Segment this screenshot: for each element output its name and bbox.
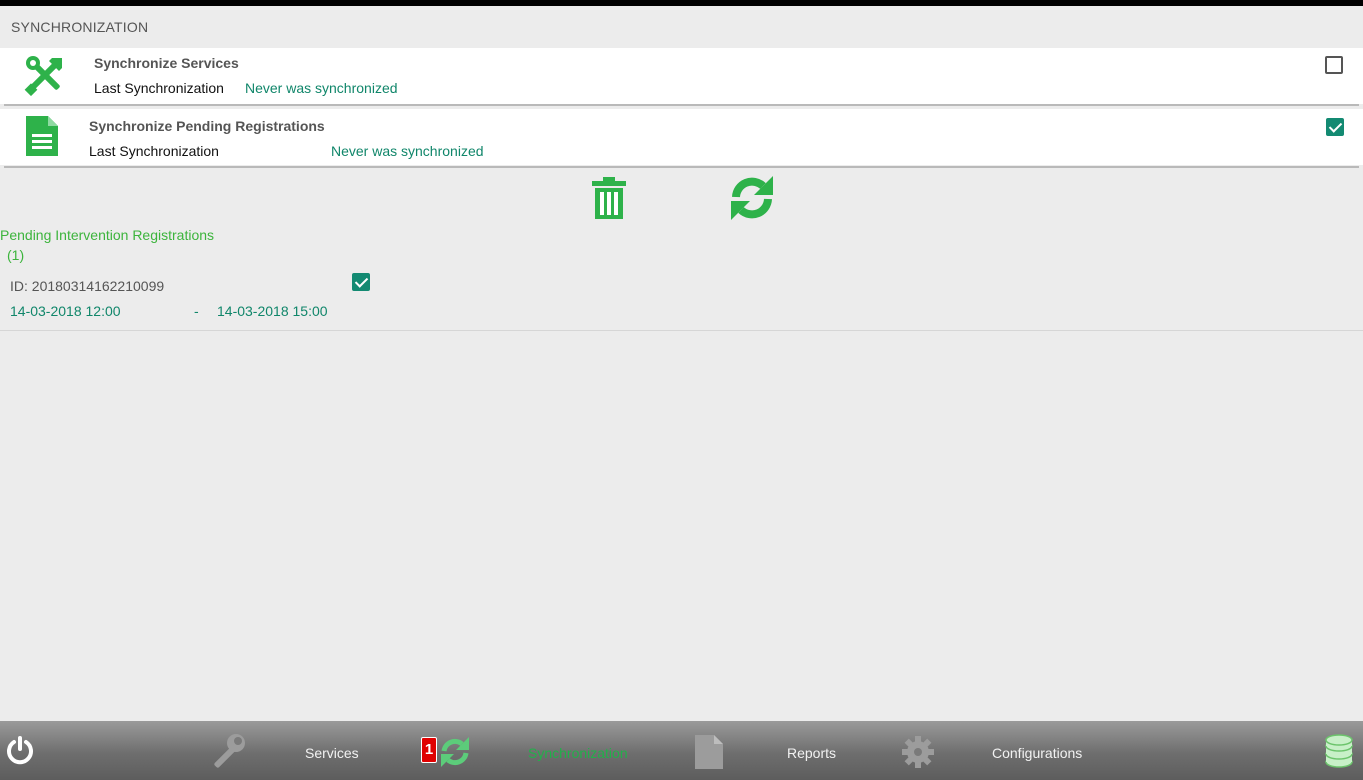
- sync-pending-row[interactable]: Synchronize Pending Registrations Last S…: [0, 109, 1363, 165]
- nav-synchronization[interactable]: Synchronization: [528, 745, 628, 761]
- notification-badge: 1: [421, 737, 437, 763]
- registration-start: 14-03-2018 12:00: [10, 303, 121, 319]
- bottom-nav: Services 1 Synchronization Reports Confi…: [0, 721, 1363, 780]
- last-sync-label: Last Synchronization: [89, 143, 219, 159]
- registration-checkbox[interactable]: [352, 273, 370, 291]
- document-icon: [26, 116, 58, 156]
- refresh-icon[interactable]: [729, 175, 775, 221]
- registration-separator: -: [194, 303, 199, 319]
- registration-row[interactable]: ID: 20180314162210099 14-03-2018 12:00 -…: [0, 268, 1363, 331]
- last-sync-status: Never was synchronized: [331, 143, 484, 159]
- pending-count: (1): [7, 247, 25, 263]
- nav-reports[interactable]: Reports: [787, 745, 836, 761]
- last-sync-status: Never was synchronized: [245, 80, 398, 96]
- sync-icon[interactable]: [439, 736, 471, 768]
- trash-icon[interactable]: [592, 177, 626, 219]
- divider: [4, 166, 1359, 168]
- document-icon[interactable]: [695, 735, 723, 769]
- pending-title: Pending Intervention Registrations: [0, 227, 215, 243]
- wrench-icon[interactable]: [210, 733, 246, 769]
- sync-pending-checkbox[interactable]: [1326, 118, 1344, 136]
- tools-icon: [24, 56, 62, 96]
- divider: [4, 104, 1359, 106]
- nav-configurations[interactable]: Configurations: [992, 745, 1082, 761]
- sync-services-checkbox[interactable]: [1325, 56, 1343, 74]
- sync-pending-title: Synchronize Pending Registrations: [89, 118, 325, 134]
- registration-id: ID: 20180314162210099: [10, 278, 165, 294]
- database-icon[interactable]: [1324, 734, 1354, 770]
- last-sync-label: Last Synchronization: [94, 80, 224, 96]
- nav-services[interactable]: Services: [305, 745, 359, 761]
- gear-icon[interactable]: [901, 735, 935, 769]
- page-title: SYNCHRONIZATION: [11, 19, 149, 35]
- registration-end: 14-03-2018 15:00: [217, 303, 328, 319]
- sync-services-title: Synchronize Services: [94, 55, 239, 71]
- power-icon[interactable]: [5, 735, 35, 765]
- sync-services-row[interactable]: Synchronize Services Last Synchronizatio…: [0, 48, 1363, 104]
- top-status-bar: [0, 0, 1363, 6]
